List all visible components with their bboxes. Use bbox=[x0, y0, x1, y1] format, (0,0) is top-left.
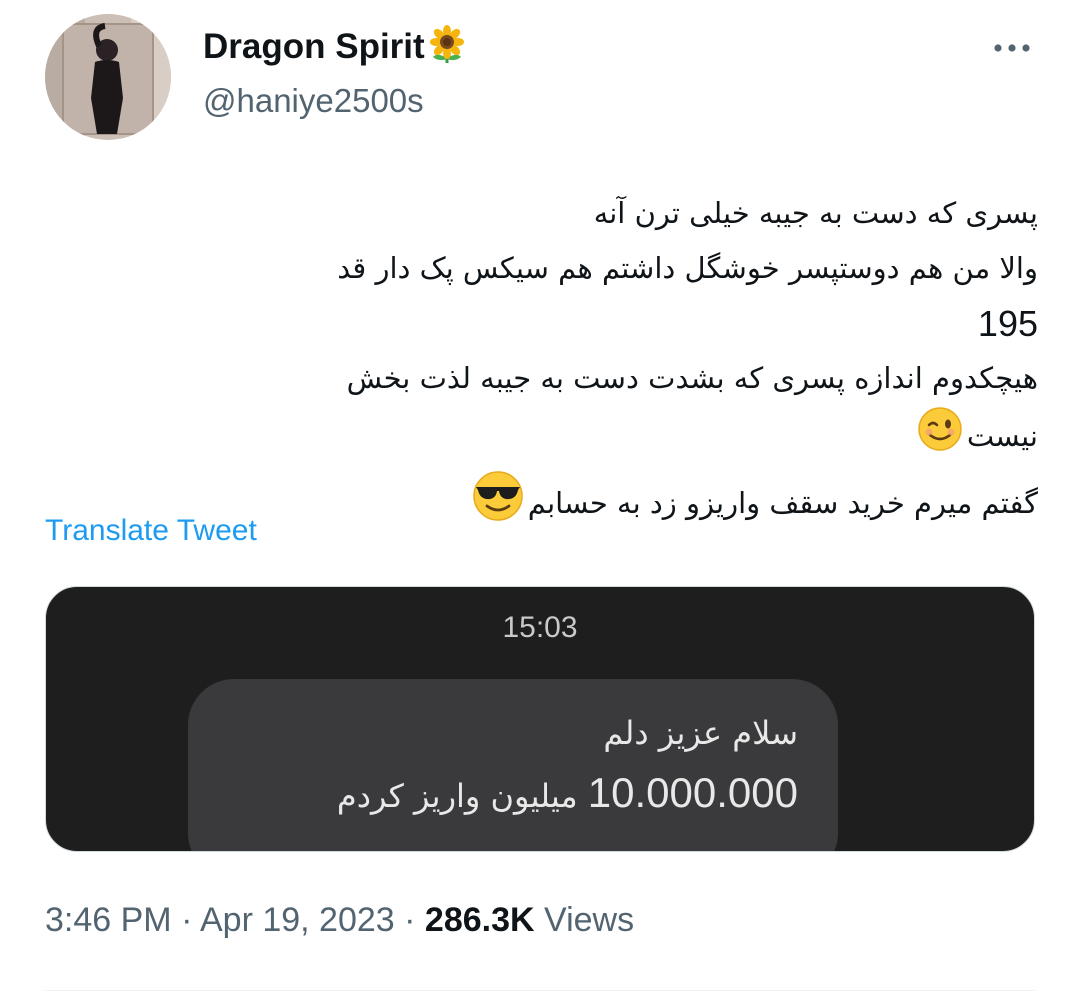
tweet-line-1: پسری که دست به جیبه خیلی ترن آنه bbox=[593, 196, 1038, 230]
sunflower-icon bbox=[427, 24, 467, 75]
avatar[interactable] bbox=[45, 14, 171, 140]
display-name-text: Dragon Spirit bbox=[203, 27, 425, 66]
divider bbox=[45, 990, 1035, 991]
tweet-line-5: نیست bbox=[966, 419, 1038, 453]
author-display-name[interactable]: Dragon Spirit bbox=[203, 24, 467, 75]
tweet-line-3: 195 bbox=[977, 303, 1038, 344]
media-message-amount: 10.000.000 bbox=[587, 769, 798, 816]
tweet-media-image[interactable]: 15:03 سلام عزیز دلم 10.000.000 میلیون وا… bbox=[45, 586, 1035, 852]
translate-tweet-link[interactable]: Translate Tweet bbox=[45, 512, 257, 550]
media-message-line-1: سلام عزیز دلم bbox=[603, 714, 798, 752]
views-label: Views bbox=[544, 901, 635, 939]
media-chat-time: 15:03 bbox=[502, 611, 578, 644]
views-count[interactable]: 286.3K bbox=[425, 901, 535, 939]
tweet-date[interactable]: Apr 19, 2023 bbox=[200, 901, 395, 939]
tweet-line-6: گفتم میرم خرید سقف واریزو زد به حسابم bbox=[527, 486, 1038, 520]
avatar-image bbox=[45, 14, 171, 140]
winking-face-icon bbox=[917, 406, 963, 470]
more-options-button[interactable] bbox=[988, 30, 1036, 66]
tweet-meta: 3:46 PM · Apr 19, 2023 · 286.3K Views bbox=[45, 898, 634, 942]
smiling-face-with-sunglasses-icon bbox=[472, 470, 524, 540]
media-message-rest: میلیون واریز کردم bbox=[336, 777, 578, 815]
meta-separator: · bbox=[404, 901, 416, 939]
tweet-line-5-wrapper: نیست bbox=[60, 406, 1038, 470]
tweet-line-2: والا من هم دوستپسر خوشگل داشتم هم سیکس پ… bbox=[337, 251, 1038, 285]
tweet-time[interactable]: 3:46 PM bbox=[45, 901, 172, 939]
media-message-bubble: سلام عزیز دلم 10.000.000 میلیون واریز کر… bbox=[188, 679, 838, 851]
author-handle[interactable]: @haniye2500s bbox=[203, 80, 424, 122]
media-message-line-2: 10.000.000 میلیون واریز کردم bbox=[337, 763, 798, 826]
tweet-text: پسری که دست به جیبه خیلی ترن آنه والا من… bbox=[60, 186, 1038, 540]
tweet-line-4: هیچکدوم اندازه پسری که بشدت دست به جیبه … bbox=[346, 361, 1038, 395]
media-message-text: سلام عزیز دلم 10.000.000 میلیون واریز کر… bbox=[337, 703, 798, 826]
more-dots-icon bbox=[994, 44, 1030, 52]
meta-separator: · bbox=[181, 901, 193, 939]
